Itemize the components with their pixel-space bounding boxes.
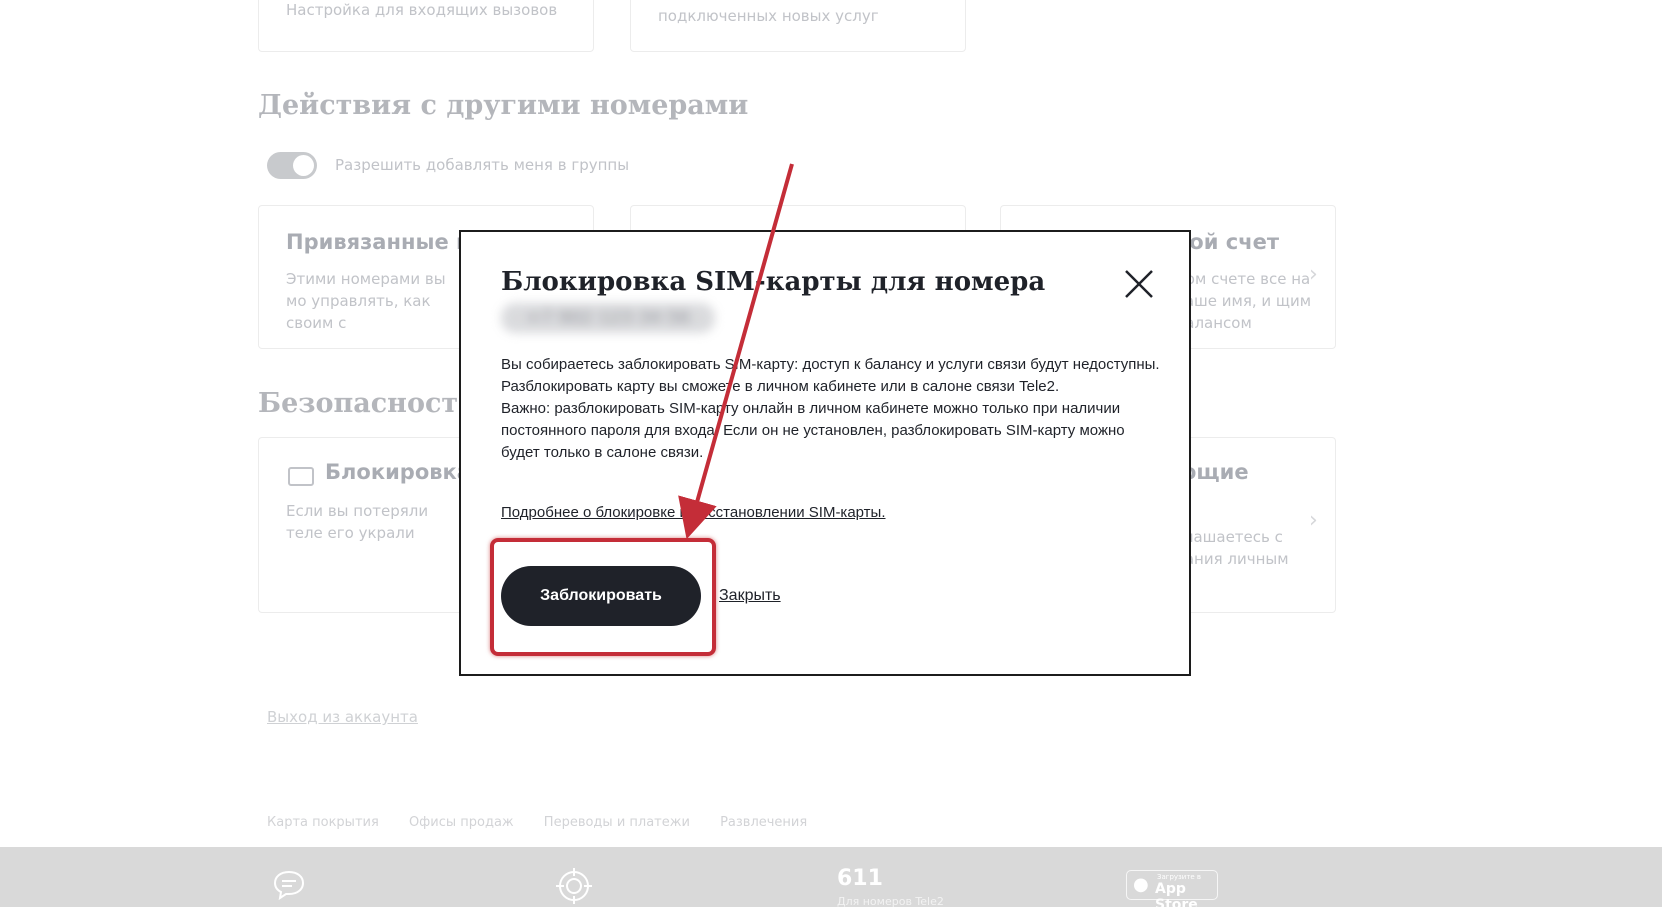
modal-body-paragraph-1: Вы собираетесь заблокировать SIM-карту: … [501, 356, 1160, 395]
top-card-1[interactable]: Настройка для входящих вызовов [258, 0, 594, 52]
sim-block-title: Блокировка [325, 460, 471, 484]
section-title-security: Безопасность [258, 388, 477, 419]
linked-numbers-title: Привязанные но [286, 230, 485, 254]
shared-account-title: вой счет [1176, 230, 1280, 254]
close-icon[interactable] [1121, 266, 1157, 302]
support-number[interactable]: 611 [837, 866, 883, 891]
target-icon[interactable] [556, 868, 592, 912]
footer-link-entertainment[interactable]: Развлечения [720, 815, 807, 830]
add-to-groups-toggle[interactable] [267, 152, 317, 179]
section-title-other-numbers: Действия с другими номерами [258, 90, 749, 121]
toggle-knob [293, 155, 314, 176]
support-number-sub: Для номеров Tele2 [837, 895, 944, 908]
sim-block-text: Если вы потеряли теле его украли [286, 502, 429, 542]
sim-block-modal: Блокировка SIM-карты для номера +7 902 1… [459, 230, 1191, 676]
add-to-groups-label: Разрешить добавлять меня в группы [335, 156, 630, 174]
chevron-right-icon: › [1309, 262, 1318, 287]
close-link[interactable]: Закрыть [719, 587, 781, 605]
appstore-label: App Store [1155, 881, 1198, 913]
footer-bar [0, 847, 1662, 907]
linked-numbers-text: Этими номерами вы мо управлять, как свои… [286, 270, 446, 332]
footer-links: Карта покрытия Офисы продаж Переводы и п… [267, 815, 833, 830]
shared-account-text: ном счете все на ваше имя, и щим балансо… [1176, 270, 1312, 332]
modal-body: Вы собираетесь заблокировать SIM-карту: … [501, 354, 1161, 464]
top-card-1-text: Настройка для входящих вызовов [286, 1, 558, 19]
modal-body-paragraph-2: Важно: разблокировать SIM-карту онлайн в… [501, 400, 1125, 461]
block-sim-button[interactable]: Заблокировать [501, 566, 701, 626]
chevron-right-icon: › [1309, 508, 1318, 533]
personal-data-text: глашаетесь с вания личным [1176, 528, 1289, 568]
top-card-2-text: подключенных новых услуг [658, 7, 879, 25]
chat-icon[interactable] [272, 868, 306, 910]
appstore-small-label: Загрузите в [1157, 873, 1202, 881]
footer-link-coverage[interactable]: Карта покрытия [267, 815, 379, 830]
more-info-link[interactable]: Подробнее о блокировке и восстановлении … [501, 504, 886, 521]
top-card-2[interactable]: подключенных новых услуг [630, 0, 966, 52]
footer-link-offices[interactable]: Офисы продаж [409, 815, 514, 830]
sim-card-icon [288, 467, 314, 486]
apple-icon: ● [1133, 874, 1149, 895]
logout-link[interactable]: Выход из аккаунта [267, 708, 418, 726]
appstore-badge[interactable]: ● Загрузите в App Store [1126, 870, 1218, 913]
modal-title: Блокировка SIM-карты для номера [501, 267, 1046, 297]
masked-phone-number: +7 902 123 34 56 [501, 303, 715, 333]
footer-link-payments[interactable]: Переводы и платежи [544, 815, 690, 830]
